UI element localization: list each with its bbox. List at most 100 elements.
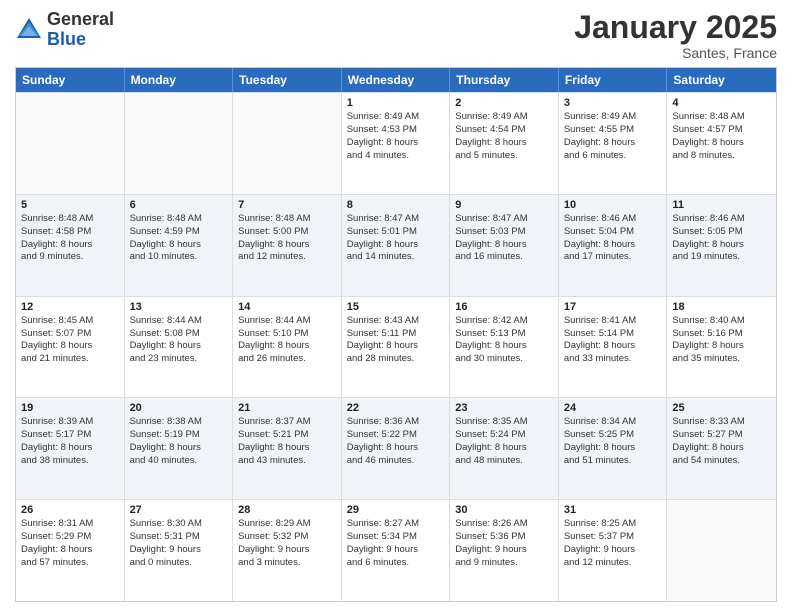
day-cell-8: 8Sunrise: 8:47 AMSunset: 5:01 PMDaylight… (342, 195, 451, 296)
cell-line: Sunrise: 8:44 AM (238, 315, 336, 328)
cell-line: Daylight: 8 hours (130, 442, 228, 455)
calendar-row-2: 12Sunrise: 8:45 AMSunset: 5:07 PMDayligh… (16, 296, 776, 398)
header-cell-monday: Monday (125, 68, 234, 92)
cell-line: and 12 minutes. (238, 251, 336, 264)
header-cell-wednesday: Wednesday (342, 68, 451, 92)
empty-cell-0-2 (233, 93, 342, 194)
cell-line: Daylight: 8 hours (672, 442, 771, 455)
cell-line: Daylight: 8 hours (130, 239, 228, 252)
day-number: 15 (347, 301, 445, 313)
day-number: 26 (21, 504, 119, 516)
day-number: 8 (347, 199, 445, 211)
cell-line: Sunset: 5:21 PM (238, 429, 336, 442)
cell-line: Sunset: 5:36 PM (455, 531, 553, 544)
logo-blue-text: Blue (47, 29, 86, 49)
empty-cell-4-6 (667, 500, 776, 601)
day-number: 10 (564, 199, 662, 211)
cell-line: Sunrise: 8:46 AM (672, 213, 771, 226)
logo: General Blue (15, 10, 114, 50)
cell-line: Daylight: 8 hours (238, 442, 336, 455)
day-number: 18 (672, 301, 771, 313)
day-cell-4: 4Sunrise: 8:48 AMSunset: 4:57 PMDaylight… (667, 93, 776, 194)
day-cell-11: 11Sunrise: 8:46 AMSunset: 5:05 PMDayligh… (667, 195, 776, 296)
header-cell-friday: Friday (559, 68, 668, 92)
title-block: January 2025 Santes, France (574, 10, 777, 61)
cell-line: Sunrise: 8:45 AM (21, 315, 119, 328)
day-number: 9 (455, 199, 553, 211)
cell-line: and 40 minutes. (130, 455, 228, 468)
cell-line: and 19 minutes. (672, 251, 771, 264)
cell-line: Daylight: 8 hours (347, 137, 445, 150)
day-number: 17 (564, 301, 662, 313)
day-number: 7 (238, 199, 336, 211)
day-number: 11 (672, 199, 771, 211)
cell-line: Sunrise: 8:44 AM (130, 315, 228, 328)
day-cell-27: 27Sunrise: 8:30 AMSunset: 5:31 PMDayligh… (125, 500, 234, 601)
day-number: 19 (21, 402, 119, 414)
cell-line: Daylight: 8 hours (564, 340, 662, 353)
day-number: 27 (130, 504, 228, 516)
cell-line: and 10 minutes. (130, 251, 228, 264)
day-cell-9: 9Sunrise: 8:47 AMSunset: 5:03 PMDaylight… (450, 195, 559, 296)
calendar-row-1: 5Sunrise: 8:48 AMSunset: 4:58 PMDaylight… (16, 194, 776, 296)
cell-line: Daylight: 9 hours (347, 544, 445, 557)
cell-line: Sunset: 5:17 PM (21, 429, 119, 442)
cell-line: Sunset: 5:29 PM (21, 531, 119, 544)
cell-line: Daylight: 8 hours (347, 239, 445, 252)
logo-text: General Blue (47, 10, 114, 50)
cell-line: Sunset: 5:24 PM (455, 429, 553, 442)
cell-line: Daylight: 8 hours (21, 239, 119, 252)
cell-line: and 28 minutes. (347, 353, 445, 366)
cell-line: Daylight: 9 hours (130, 544, 228, 557)
cell-line: Sunset: 5:19 PM (130, 429, 228, 442)
cell-line: and 54 minutes. (672, 455, 771, 468)
cell-line: Daylight: 8 hours (672, 137, 771, 150)
cell-line: Daylight: 8 hours (455, 442, 553, 455)
header-cell-sunday: Sunday (16, 68, 125, 92)
logo-general-text: General (47, 9, 114, 29)
day-number: 25 (672, 402, 771, 414)
cell-line: Sunset: 4:54 PM (455, 124, 553, 137)
day-cell-3: 3Sunrise: 8:49 AMSunset: 4:55 PMDaylight… (559, 93, 668, 194)
cell-line: and 51 minutes. (564, 455, 662, 468)
logo-icon (15, 16, 43, 44)
day-cell-26: 26 Sunrise: 8:31 AMSunset: 5:29 PMDayligh… (16, 500, 125, 601)
day-cell-28: 28Sunrise: 8:29 AMSunset: 5:32 PMDayligh… (233, 500, 342, 601)
empty-cell-0-0 (16, 93, 125, 194)
day-number: 12 (21, 301, 119, 313)
day-cell-23: 23Sunrise: 8:35 AMSunset: 5:24 PMDayligh… (450, 398, 559, 499)
cell-line: and 23 minutes. (130, 353, 228, 366)
cell-line: Sunrise: 8:48 AM (672, 111, 771, 124)
header-cell-tuesday: Tuesday (233, 68, 342, 92)
header-cell-saturday: Saturday (667, 68, 776, 92)
day-cell-18: 18Sunrise: 8:40 AMSunset: 5:16 PMDayligh… (667, 297, 776, 398)
calendar-row-4: 26Sunrise: 8:31 AMSunset: 5:29 PMDayligh… (16, 499, 776, 601)
day-number: 14 (238, 301, 336, 313)
cell-line: Sunset: 5:00 PM (238, 226, 336, 239)
cell-line: Sunrise: 8:48 AM (130, 213, 228, 226)
cell-line: Sunrise: 8:31 AM (21, 518, 119, 531)
cell-line: Daylight: 8 hours (455, 137, 553, 150)
day-number: 5 (21, 199, 119, 211)
cell-line: and 38 minutes. (21, 455, 119, 468)
cell-line: and 46 minutes. (347, 455, 445, 468)
day-cell-14: 14Sunrise: 8:44 AMSunset: 5:10 PMDayligh… (233, 297, 342, 398)
day-cell-29: 29Sunrise: 8:27 AMSunset: 5:34 PMDayligh… (342, 500, 451, 601)
cell-line: Sunrise: 8:46 AM (564, 213, 662, 226)
cell-line: and 48 minutes. (455, 455, 553, 468)
cell-line: and 6 minutes. (564, 150, 662, 163)
day-cell-12: 12Sunrise: 8:45 AMSunset: 5:07 PMDayligh… (16, 297, 125, 398)
cell-line: Sunrise: 8:34 AM (564, 416, 662, 429)
cell-line: Sunset: 5:22 PM (347, 429, 445, 442)
cell-line: Sunset: 5:11 PM (347, 328, 445, 341)
cell-line: and 14 minutes. (347, 251, 445, 264)
cell-line: Sunrise: 8:42 AM (455, 315, 553, 328)
day-number: 13 (130, 301, 228, 313)
cell-line: and 17 minutes. (564, 251, 662, 264)
cell-line: Daylight: 8 hours (347, 442, 445, 455)
cell-line: Sunset: 4:53 PM (347, 124, 445, 137)
cell-line: Daylight: 8 hours (21, 442, 119, 455)
cell-line: Daylight: 8 hours (455, 340, 553, 353)
day-cell-31: 31Sunrise: 8:25 AMSunset: 5:37 PMDayligh… (559, 500, 668, 601)
cell-line: Daylight: 8 hours (21, 544, 119, 557)
